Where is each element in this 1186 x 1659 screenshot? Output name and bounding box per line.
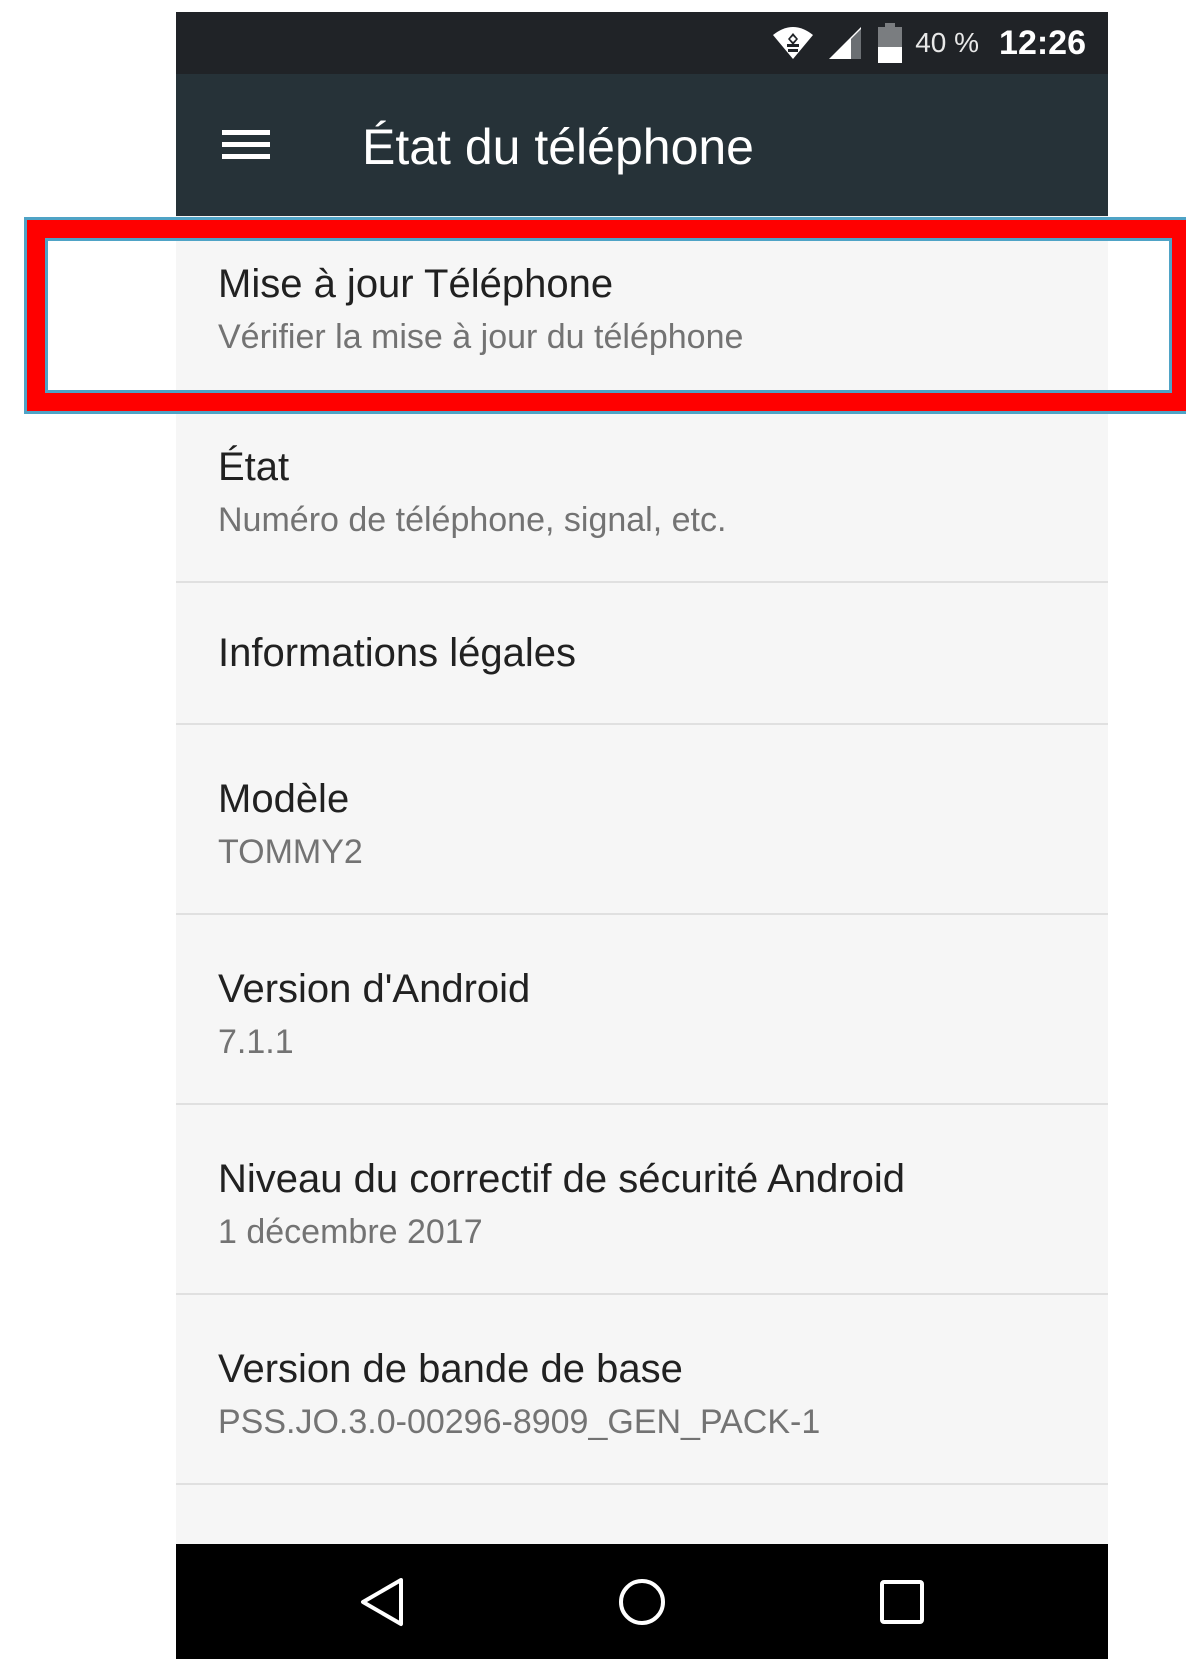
- list-item-title: Mise à jour Téléphone: [218, 262, 614, 306]
- list-item-android-version[interactable]: Version d'Android 7.1.1: [176, 915, 1108, 1105]
- list-item-model[interactable]: Modèle TOMMY2: [176, 725, 1108, 915]
- list-item-legal-info[interactable]: Informations légales: [176, 583, 1108, 725]
- back-icon[interactable]: [322, 1544, 442, 1659]
- list-item-subtitle: 1 décembre 2017: [218, 1213, 483, 1251]
- recents-icon[interactable]: [842, 1544, 962, 1659]
- hamburger-menu-icon[interactable]: [222, 128, 270, 162]
- list-item-subtitle: Vérifier la mise à jour du téléphone: [218, 318, 744, 356]
- list-item-title: Informations légales: [218, 631, 576, 675]
- battery-icon: [877, 23, 903, 63]
- settings-list: Mise à jour Téléphone Vérifier la mise à…: [176, 216, 1108, 1485]
- status-indicators: 40 % 12:26: [771, 12, 1086, 74]
- list-item-title: État: [218, 445, 290, 489]
- list-item-subtitle: PSS.JO.3.0-00296-8909_GEN_PACK-1: [218, 1403, 821, 1441]
- toolbar: État du téléphone: [176, 74, 1108, 216]
- list-item-baseband-version[interactable]: Version de bande de base PSS.JO.3.0-0029…: [176, 1295, 1108, 1485]
- status-bar: 40 % 12:26: [176, 12, 1108, 74]
- list-item-title: Version de bande de base: [218, 1347, 683, 1391]
- list-item-title: Niveau du correctif de sécurité Android: [218, 1157, 906, 1201]
- wifi-icon: [771, 25, 815, 61]
- list-item-status[interactable]: État Numéro de téléphone, signal, etc.: [176, 393, 1108, 583]
- clock: 12:26: [999, 23, 1086, 62]
- phone-screen: 40 % 12:26 État du téléphone Mise à jour…: [176, 12, 1108, 1659]
- list-item-subtitle: 7.1.1: [218, 1023, 294, 1061]
- list-item-title: Version d'Android: [218, 967, 531, 1011]
- list-item-subtitle: Numéro de téléphone, signal, etc.: [218, 501, 727, 539]
- list-item-system-update[interactable]: Mise à jour Téléphone Vérifier la mise à…: [176, 216, 1108, 393]
- navigation-bar: [176, 1544, 1108, 1659]
- signal-icon: [827, 25, 865, 61]
- list-item-title: Modèle: [218, 777, 350, 821]
- list-item-security-patch[interactable]: Niveau du correctif de sécurité Android …: [176, 1105, 1108, 1295]
- battery-percent: 40 %: [915, 27, 980, 58]
- list-item-subtitle: TOMMY2: [218, 833, 363, 871]
- page-title: État du téléphone: [362, 119, 754, 175]
- home-icon[interactable]: [582, 1544, 702, 1659]
